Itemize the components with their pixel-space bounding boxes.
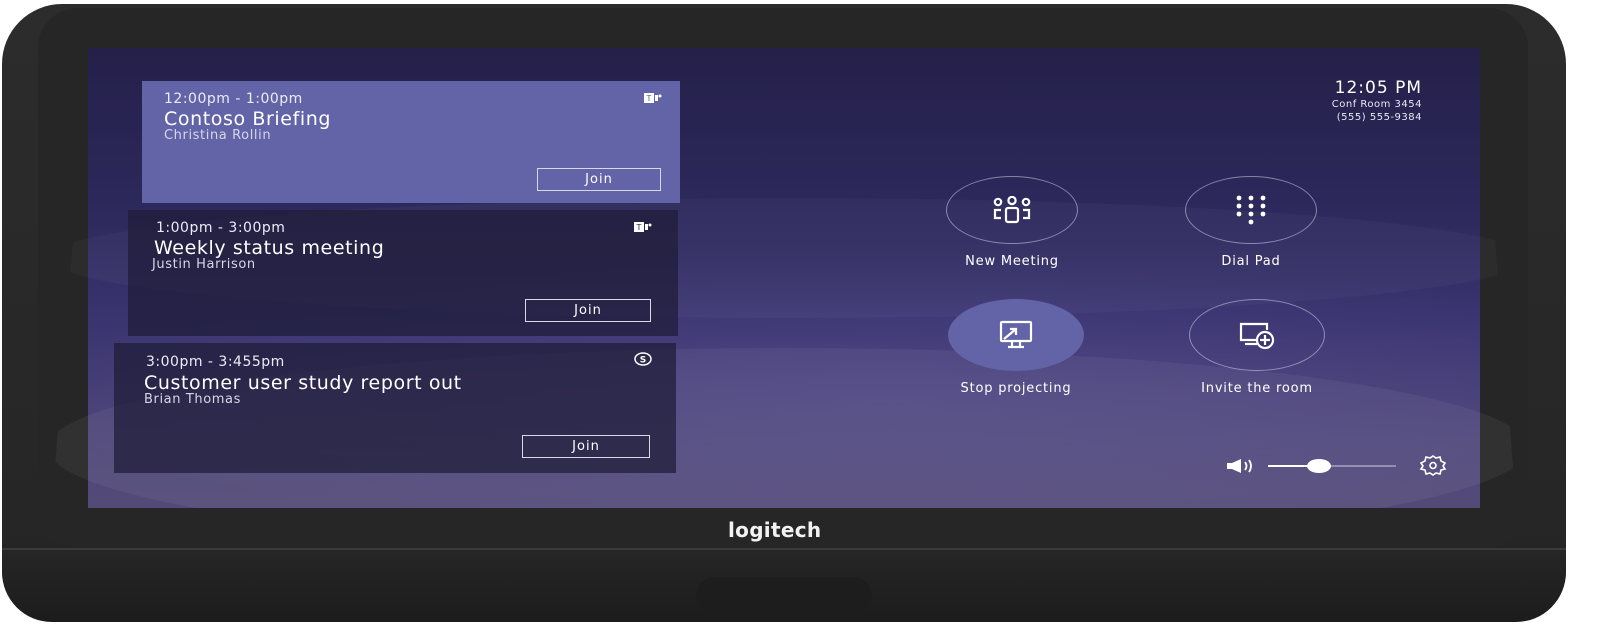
camera-sensor-bar xyxy=(696,577,872,614)
invite-room-button[interactable]: Invite the room xyxy=(1167,299,1347,396)
action-label: Dial Pad xyxy=(1221,254,1281,269)
meeting-organizer: Justin Harrison xyxy=(152,257,256,272)
project-screen-icon xyxy=(999,320,1033,349)
meeting-organizer: Christina Rollin xyxy=(164,128,272,143)
meeting-card[interactable]: 3:00pm - 3:455pm Customer user study rep… xyxy=(114,343,676,473)
settings-gear-icon[interactable] xyxy=(1418,454,1448,476)
touch-screen: 12:00pm - 1:00pm Contoso Briefing Christ… xyxy=(51,48,1517,508)
new-meeting-button[interactable]: New Meeting xyxy=(922,176,1102,269)
meeting-card[interactable]: 1:00pm - 3:00pm Weekly status meeting Ju… xyxy=(128,210,678,336)
join-button[interactable]: Join xyxy=(522,435,650,458)
dial-pad-circle xyxy=(1185,176,1317,244)
meeting-time: 3:00pm - 3:455pm xyxy=(146,354,285,370)
people-icon xyxy=(993,196,1031,224)
volume-control xyxy=(1225,456,1405,476)
dialpad-icon xyxy=(1236,195,1266,225)
action-label: Invite the room xyxy=(1201,381,1313,396)
meeting-organizer: Brian Thomas xyxy=(144,392,241,407)
stop-projecting-button[interactable]: Stop projecting xyxy=(926,299,1106,396)
meeting-time: 12:00pm - 1:00pm xyxy=(164,91,303,107)
volume-slider[interactable] xyxy=(1268,459,1396,473)
stop-projecting-circle xyxy=(948,299,1084,371)
svg-text:T: T xyxy=(646,94,652,103)
dial-pad-button[interactable]: Dial Pad xyxy=(1161,176,1341,269)
meeting-title: Weekly status meeting xyxy=(154,237,385,259)
volume-slider-thumb[interactable] xyxy=(1307,459,1332,473)
meeting-title: Customer user study report out xyxy=(144,372,462,394)
teams-icon: T xyxy=(644,93,662,103)
meeting-title: Contoso Briefing xyxy=(164,108,332,130)
room-status: 12:05 PM Conf Room 3454 (555) 555-9384 xyxy=(1332,78,1422,124)
current-time: 12:05 PM xyxy=(1334,78,1422,98)
skype-icon: S xyxy=(634,352,652,366)
teams-icon: T xyxy=(634,222,652,232)
join-button[interactable]: Join xyxy=(525,299,651,322)
room-name: Conf Room 3454 xyxy=(1331,99,1422,110)
new-meeting-circle xyxy=(946,176,1078,244)
svg-text:S: S xyxy=(640,356,646,366)
invite-room-icon xyxy=(1239,322,1275,350)
room-phone: (555) 555-9384 xyxy=(1336,112,1422,123)
svg-text:T: T xyxy=(636,223,642,232)
action-label: Stop projecting xyxy=(960,381,1072,396)
join-button[interactable]: Join xyxy=(537,168,661,191)
speaker-icon[interactable] xyxy=(1225,458,1257,474)
meeting-time: 1:00pm - 3:00pm xyxy=(156,220,286,236)
logitech-logo: logitech xyxy=(728,518,822,542)
action-label: New Meeting xyxy=(965,254,1059,269)
invite-room-circle xyxy=(1189,299,1325,371)
meeting-card[interactable]: 12:00pm - 1:00pm Contoso Briefing Christ… xyxy=(142,81,680,203)
